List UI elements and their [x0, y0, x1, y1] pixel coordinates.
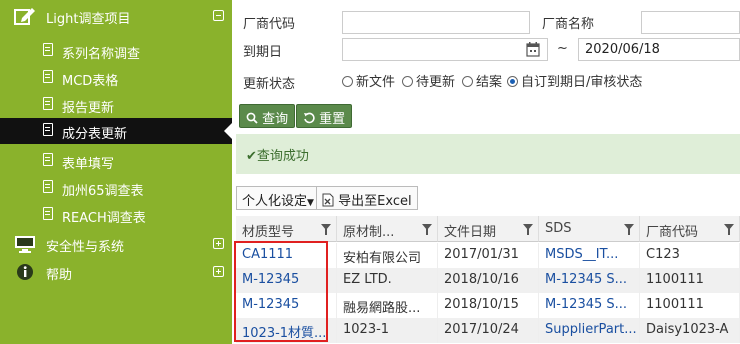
table-cell: 2017/10/24 — [438, 318, 539, 343]
column-header-raw-material[interactable]: 原材制... — [337, 216, 438, 242]
radio-icon — [342, 76, 353, 87]
calendar-icon[interactable] — [526, 42, 540, 57]
column-header-material-model[interactable]: 材质型号 — [236, 216, 337, 242]
edit-icon — [14, 8, 35, 25]
table-cell-sds-link[interactable]: M-12345 S... — [539, 268, 640, 293]
table-cell: EZ LTD. — [337, 268, 438, 293]
personalize-dropdown[interactable]: 个人化设定▼ — [236, 186, 320, 210]
reset-button[interactable]: 重置 — [296, 104, 353, 128]
dropdown-caret-icon: ▼ — [307, 198, 314, 208]
table-cell-sds-link[interactable]: SupplierPart... — [539, 318, 640, 343]
export-excel-button[interactable]: 导出至Excel — [316, 186, 418, 210]
query-button[interactable]: 查询 — [239, 104, 296, 128]
table-cell: 安柏有限公司 — [337, 243, 438, 268]
expand-icon[interactable] — [213, 266, 224, 277]
sidebar-item-label: 表单填写 — [62, 157, 115, 172]
table-cell: Daisy1023-A — [640, 318, 740, 343]
table-cell: 融易網路股... — [337, 293, 438, 318]
date-range-separator: ~ — [557, 41, 568, 56]
excel-icon — [322, 193, 334, 207]
search-icon — [246, 112, 258, 124]
document-icon — [43, 153, 53, 166]
vendor-name-label: 厂商名称 — [542, 17, 595, 32]
vendor-name-input[interactable] — [641, 11, 740, 34]
success-message: ✔查询成功 — [246, 149, 309, 164]
document-icon — [43, 43, 53, 56]
table-cell: 2017/01/31 — [438, 243, 539, 268]
sidebar-section-label: Light调查项目 — [46, 12, 131, 27]
sidebar-section-help[interactable]: 帮助 — [0, 259, 232, 285]
document-icon — [43, 97, 53, 110]
due-date-label: 到期日 — [243, 45, 283, 60]
column-header-sds[interactable]: SDS — [539, 216, 640, 242]
info-icon — [17, 264, 33, 280]
highlight-box — [234, 241, 328, 342]
active-caret-icon — [224, 123, 232, 139]
table-cell: C123 — [640, 243, 740, 268]
document-icon — [43, 123, 53, 136]
due-date-from-input[interactable] — [342, 38, 548, 61]
status-radio-custom[interactable]: 自订到期日/审核状态 — [507, 71, 642, 90]
filter-icon[interactable] — [724, 224, 734, 235]
sidebar-section-label: 帮助 — [46, 268, 73, 283]
sidebar-item-label: REACH调查表 — [62, 211, 146, 226]
table-cell: 2018/10/16 — [438, 268, 539, 293]
collapse-icon[interactable] — [213, 10, 224, 21]
check-icon: ✔ — [246, 149, 257, 164]
vendor-code-input[interactable] — [342, 11, 530, 34]
sidebar-section-label: 安全性与系统 — [46, 240, 125, 255]
sidebar-item-label: 系列名称调查 — [62, 47, 141, 62]
radio-selected-icon — [507, 76, 518, 87]
sidebar-item-ca65[interactable]: 加州65调查表 — [0, 175, 232, 201]
sidebar-item-report-update[interactable]: 报告更新 — [0, 92, 232, 118]
sidebar-item-label: 报告更新 — [62, 101, 115, 116]
column-header-file-date[interactable]: 文件日期 — [438, 216, 539, 242]
table-cell: 1100111 — [640, 293, 740, 318]
monitor-icon — [15, 236, 35, 253]
table-cell: 1023-1 — [337, 318, 438, 343]
sidebar-item-label: 加州65调查表 — [62, 184, 144, 199]
sidebar-section-security[interactable]: 安全性与系统 — [0, 231, 232, 257]
filter-icon[interactable] — [422, 224, 432, 235]
document-icon — [43, 70, 53, 83]
table-cell: 2018/10/15 — [438, 293, 539, 318]
undo-icon — [304, 112, 315, 124]
table-cell-sds-link[interactable]: M-12345 S... — [539, 293, 640, 318]
due-date-to-input[interactable]: 2020/06/18 — [578, 38, 740, 61]
sidebar-item-form-fill[interactable]: 表单填写 — [0, 148, 232, 174]
status-radio-new[interactable]: 新文件 — [342, 71, 395, 90]
sidebar-item-label: 成分表更新 — [62, 127, 128, 142]
success-alert: ✔查询成功 — [236, 134, 740, 174]
status-label: 更新状态 — [243, 77, 296, 92]
table-cell-sds-link[interactable]: MSDS__IT... — [539, 243, 640, 268]
sidebar-item-series-name[interactable]: 系列名称调查 — [0, 38, 232, 64]
status-radio-closed[interactable]: 结案 — [462, 71, 502, 90]
document-icon — [43, 180, 53, 193]
column-header-vendor-code[interactable]: 厂商代码 — [640, 216, 740, 242]
expand-icon[interactable] — [213, 238, 224, 249]
radio-icon — [402, 76, 413, 87]
filter-icon[interactable] — [321, 224, 331, 235]
status-radio-pending[interactable]: 待更新 — [402, 71, 455, 90]
sidebar-item-reach[interactable]: REACH调查表 — [0, 202, 232, 228]
document-icon — [43, 207, 53, 220]
sidebar-item-label: MCD表格 — [62, 74, 119, 89]
sidebar-item-mcd-form[interactable]: MCD表格 — [0, 65, 232, 91]
sidebar: Light调查项目 系列名称调查 MCD表格 报告更新 成分表更新 表单填写 加… — [0, 0, 232, 344]
sidebar-item-composition-update[interactable]: 成分表更新 — [0, 118, 232, 144]
filter-icon[interactable] — [523, 224, 533, 235]
radio-icon — [462, 76, 473, 87]
table-cell: 1100111 — [640, 268, 740, 293]
vendor-code-label: 厂商代码 — [243, 17, 296, 32]
filter-icon[interactable] — [624, 224, 634, 235]
sidebar-section-light-project[interactable]: Light调查项目 — [0, 3, 232, 29]
